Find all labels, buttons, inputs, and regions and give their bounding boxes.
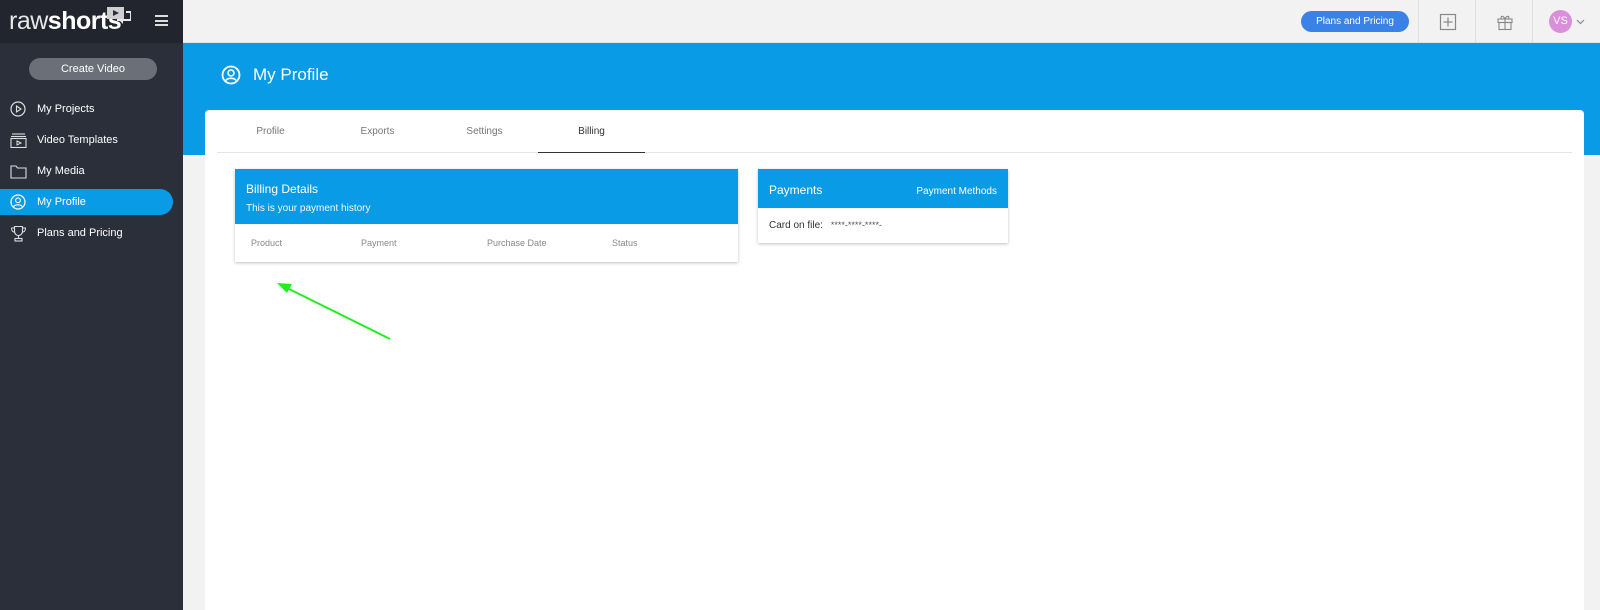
profile-panel: Profile Exports Settings Billing Billing… [205,110,1584,610]
plans-and-pricing-button[interactable]: Plans and Pricing [1301,11,1409,32]
topbar-divider [1418,0,1419,43]
top-bar: Plans and Pricing VS [183,0,1600,43]
sidebar-item-label: My Media [37,165,85,177]
gift-icon[interactable] [1496,13,1514,31]
payments-card-header: Payments Payment Methods [758,169,1008,208]
rawshorts-logo[interactable]: rawshorts [9,7,122,36]
avatar[interactable]: VS [1549,10,1572,33]
column-header-payment: Payment [361,238,397,248]
topbar-divider [1532,0,1533,43]
payments-card: Payments Payment Methods Card on file: **… [758,169,1008,243]
menu-icon[interactable] [155,15,168,26]
sidebar-item-plans-and-pricing[interactable]: Plans and Pricing [0,220,183,246]
profile-tabs: Profile Exports Settings Billing [217,110,1572,153]
column-header-product: Product [251,238,283,248]
card-on-file-label: Card on file: [769,220,823,231]
billing-details-card: Billing Details This is your payment his… [235,169,738,262]
tab-billing[interactable]: Billing [538,110,645,153]
play-circle-icon [9,100,27,118]
sidebar-nav: My Projects Video Templates My Media My … [0,96,183,251]
page-header: My Profile [221,65,329,85]
trophy-icon [9,224,27,242]
sidebar: rawshorts Create Video My Projects Video… [0,0,183,610]
logo-play-icon [107,7,131,24]
card-on-file: Card on file: ****-****-****- [769,220,882,231]
template-icon [9,131,27,149]
chevron-down-icon[interactable] [1576,17,1585,26]
tab-exports[interactable]: Exports [324,110,431,153]
sidebar-item-my-media[interactable]: My Media [0,158,183,184]
billing-card-header: Billing Details This is your payment his… [235,169,738,224]
topbar-divider [1475,0,1476,43]
sidebar-item-video-templates[interactable]: Video Templates [0,127,183,153]
card-number: ****-****-****- [830,220,882,230]
folder-icon [9,162,27,180]
page-title: My Profile [253,65,329,84]
logo-text-raw: raw [9,7,48,35]
tab-settings[interactable]: Settings [431,110,538,153]
tab-profile[interactable]: Profile [217,110,324,153]
payments-title: Payments [769,183,823,197]
sidebar-item-my-profile[interactable]: My Profile [0,189,173,215]
billing-title: Billing Details [246,182,319,196]
add-project-icon[interactable] [1439,13,1457,31]
sidebar-item-label: My Profile [37,196,86,208]
logo-bar: rawshorts [0,0,183,43]
user-circle-icon [221,65,241,85]
sidebar-item-label: My Projects [37,103,95,115]
sidebar-item-label: Plans and Pricing [37,227,123,239]
create-video-button[interactable]: Create Video [29,58,157,80]
sidebar-item-my-projects[interactable]: My Projects [0,96,183,122]
billing-subtitle: This is your payment history [246,203,371,214]
sidebar-item-label: Video Templates [37,134,118,146]
column-header-status: Status [612,238,638,248]
user-circle-icon [9,193,27,211]
column-header-purchase-date: Purchase Date [487,238,547,248]
payment-methods-link[interactable]: Payment Methods [916,186,997,197]
